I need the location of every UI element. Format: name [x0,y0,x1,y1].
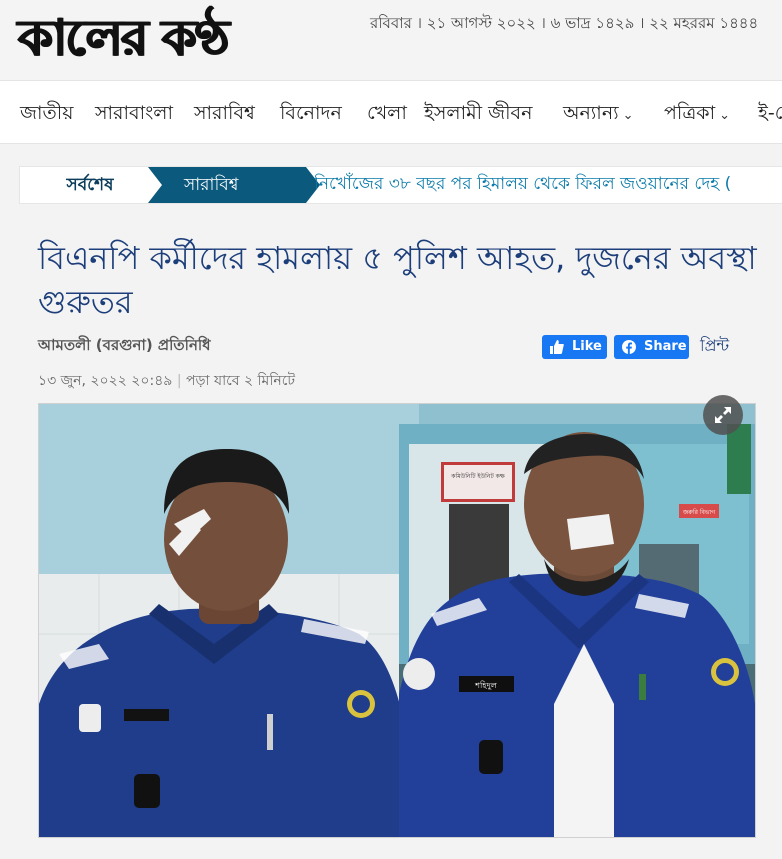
expand-image-button[interactable] [703,395,743,435]
facebook-share-button[interactable]: Share [614,335,689,359]
nav-item-newspaper[interactable]: পত্রিকা ⌄ [664,99,730,131]
thumbs-up-icon [550,340,564,354]
ticker-latest-label[interactable]: সর্বশেষ [20,167,160,203]
article-reporter: আমতলী (বরগুনা) প্রতিনিধি [38,336,211,354]
nav-item-countrywide[interactable]: সারাবাংলা [95,99,173,131]
read-time: পড়া যাবে ২ মিনিটে [186,373,295,389]
ticker-headline-link[interactable]: নিখোঁজের ৩৮ বছর পর হিমালয় থেকে ফিরল জওয… [314,167,731,201]
like-label: Like [572,339,602,354]
meta-separator: | [176,373,182,389]
ticker-category[interactable]: সারাবিশ্ব [148,167,320,203]
nav-item-islamic-life[interactable]: ইসলামী জীবন [424,99,532,131]
arrow-sign-text: জরুরি বিভাগ [682,509,716,516]
ticker-category-label: সারাবিশ্ব [184,175,239,195]
news-ticker: সর্বশেষ সারাবিশ্ব নিখোঁজের ৩৮ বছর পর হিম… [20,167,782,203]
name-tag-text: শহিদুল [474,681,497,690]
expand-icon [715,407,731,423]
article-meta: ১৩ জুন, ২০২২ ২০:৪৯ | পড়া যাবে ২ মিনিটে [38,369,295,393]
nav-label: সারাবাংলা [95,102,173,124]
nav-item-others[interactable]: অন্যান্য ⌄ [563,99,634,131]
facebook-icon [622,340,636,354]
article-photo[interactable]: কমিউনিটি ইউনিট কক্ষ জরুরি বিভাগ শহিদুল [38,403,756,838]
chevron-down-icon: ⌄ [719,108,731,123]
nav-label: ইসলামী জীবন [424,102,533,124]
nav-label: জাতীয় [20,102,74,124]
nav-item-sports[interactable]: খেলা [367,99,407,131]
site-header: কালের কণ্ঠ রবিবার । ২১ আগস্ট ২০২২ । ৬ ভা… [0,0,782,80]
nav-item-epaper[interactable]: ই-পে [758,99,782,131]
dateline: রবিবার । ২১ আগস্ট ২০২২ । ৬ ভাদ্র ১৪২৯ । … [370,14,759,32]
nav-label: খেলা [367,102,407,124]
nav-label: সারাবিশ্ব [194,102,255,124]
main-nav: জাতীয় সারাবাংলা সারাবিশ্ব বিনোদন খেলা ই… [0,80,782,144]
photo-illustration: কমিউনিটি ইউনিট কক্ষ জরুরি বিভাগ শহিদুল [39,404,755,837]
publish-time: ১৩ জুন, ২০২২ ২০:৪৯ [38,373,173,389]
nav-label: ই-পে [758,102,782,124]
nav-item-world[interactable]: সারাবিশ্ব [194,99,255,131]
chevron-down-icon: ⌄ [622,108,634,123]
ward-sign-text: কমিউনিটি ইউনিট কক্ষ [450,472,505,480]
nav-label: অন্যান্য [563,102,619,124]
share-label: Share [644,339,687,354]
nav-label: বিনোদন [280,102,342,124]
nav-label: পত্রিকা [664,102,716,124]
facebook-like-button[interactable]: Like [542,335,607,359]
print-link[interactable]: প্রিন্ট [700,333,729,360]
site-logo[interactable]: কালের কণ্ঠ [18,6,229,70]
article-headline: বিএনপি কর্মীদের হামলায় ৫ পুলিশ আহত, দুজ… [38,239,757,321]
nav-item-entertainment[interactable]: বিনোদন [280,99,342,131]
nav-item-national[interactable]: জাতীয় [20,99,73,131]
